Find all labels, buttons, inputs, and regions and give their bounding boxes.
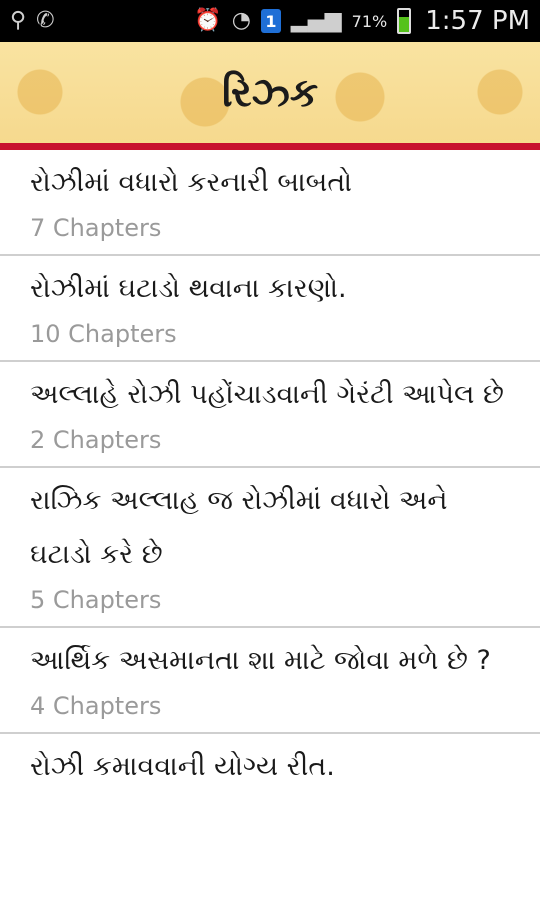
list-item-title: રાઝિક અલ્લાહ જ રોઝીમાં વધારો અને ઘટાડો ક… — [30, 485, 448, 570]
status-bar: ⚲ ✆ ⏰ ◔ 1 ▂▄▆ 71% 1:57 PM — [0, 0, 540, 42]
title-divider — [0, 143, 540, 150]
list-item-title: રોઝીમાં વધારો કરનારી બાબતો — [30, 167, 353, 198]
status-right: ⏰ ◔ 1 ▂▄▆ 71% 1:57 PM — [194, 6, 530, 36]
list-item-title: અલ્લાહે રોઝી પહોંચાડવાની ગેરંટી આપેલ છે — [30, 379, 504, 410]
list-item[interactable]: આર્થિક અસમાનતા શા માટે જોવા મળે છે ? 4 C… — [0, 628, 540, 734]
page-title: રિઝ્ક — [221, 69, 319, 116]
list-item[interactable]: રોઝી કમાવવાની યોગ્ય રીત. — [0, 734, 540, 806]
clock: 1:57 PM — [425, 6, 530, 36]
list-item[interactable]: રાઝિક અલ્લાહ જ રોઝીમાં વધારો અને ઘટાડો ક… — [0, 468, 540, 628]
list-item[interactable]: અલ્લાહે રોઝી પહોંચાડવાની ગેરંટી આપેલ છે … — [0, 362, 540, 468]
alarm-icon: ⏰ — [194, 8, 222, 33]
list-item-subtitle: 4 Chapters — [30, 692, 162, 720]
whatsapp-icon: ✆ — [36, 8, 55, 33]
list-item-subtitle: 7 Chapters — [30, 214, 162, 242]
battery-percent: 71% — [351, 11, 388, 31]
list-item-subtitle: 2 Chapters — [30, 426, 162, 454]
list-item[interactable]: રોઝીમાં ઘટાડો થવાના કારણો. 10 Chapters — [0, 256, 540, 362]
list-item[interactable]: રોઝીમાં વધારો કરનારી બાબતો 7 Chapters — [0, 150, 540, 256]
list-item-title: રોઝી કમાવવાની યોગ્ય રીત. — [30, 751, 335, 782]
list-item-title: આર્થિક અસમાનતા શા માટે જોવા મળે છે ? — [30, 645, 491, 676]
status-left: ⚲ ✆ — [10, 10, 55, 32]
list-item-subtitle: 10 Chapters — [30, 320, 177, 348]
app-bar: રિઝ્ક — [0, 42, 540, 143]
usb-icon: ⚲ — [10, 8, 27, 33]
list-item-title: રોઝીમાં ઘટાડો થવાના કારણો. — [30, 273, 347, 304]
battery-icon — [397, 8, 412, 34]
chapter-list: રોઝીમાં વધારો કરનારી બાબતો 7 Chapters રો… — [0, 150, 540, 806]
signal-icon: ▂▄▆ — [290, 8, 342, 33]
list-item-subtitle: 5 Chapters — [30, 586, 162, 614]
wifi-icon: ◔ — [231, 8, 251, 33]
notification-badge: 1 — [260, 9, 281, 33]
